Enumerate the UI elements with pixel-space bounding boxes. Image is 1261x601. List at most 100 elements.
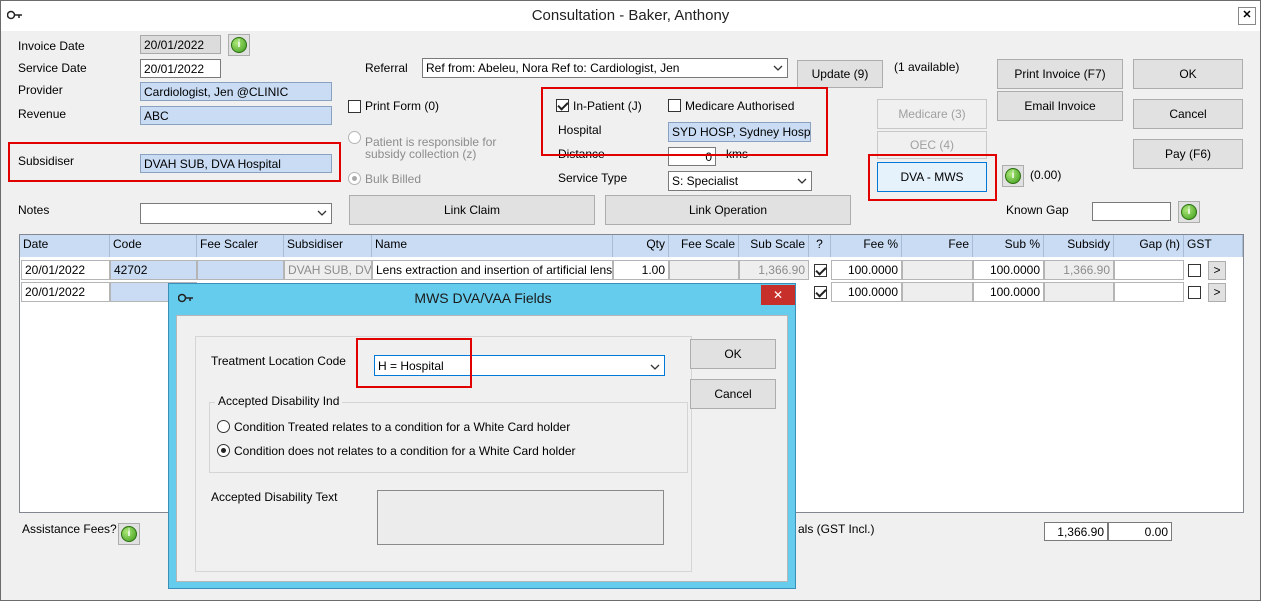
- cell-sub-pct[interactable]: 100.0000: [973, 260, 1044, 280]
- cell-gap[interactable]: [1114, 260, 1184, 280]
- kms-label: kms: [726, 147, 748, 161]
- info-icon: i: [1181, 204, 1197, 220]
- accepted-disability-text-area[interactable]: [377, 490, 664, 545]
- dva-mws-button[interactable]: DVA - MWS: [877, 162, 987, 192]
- cell-name[interactable]: Lens extraction and insertion of artific…: [372, 260, 613, 280]
- condition-not-treated-radio[interactable]: [217, 444, 230, 457]
- cell-subsidy: [1044, 282, 1114, 302]
- patient-responsible-label: Patient is responsible for subsidy colle…: [365, 135, 497, 161]
- inpatient-checkbox[interactable]: [556, 99, 569, 112]
- col-header-code[interactable]: Code: [110, 235, 197, 257]
- row-checkbox[interactable]: [814, 286, 827, 299]
- link-operation-button[interactable]: Link Operation: [605, 195, 851, 225]
- col-header-name[interactable]: Name: [372, 235, 613, 257]
- col-header-gap[interactable]: Gap (h): [1114, 235, 1184, 257]
- gst-checkbox[interactable]: [1188, 286, 1201, 299]
- print-form-label: Print Form (0): [365, 99, 440, 113]
- mws-dva-dialog: MWS DVA/VAA Fields ✕ Treatment Location …: [168, 283, 796, 589]
- dialog-title: MWS DVA/VAA Fields: [414, 290, 552, 306]
- condition-treated-label: Condition Treated relates to a condition…: [234, 420, 571, 434]
- ok-button[interactable]: OK: [1133, 59, 1243, 89]
- assistance-fees-label: Assistance Fees?: [22, 522, 117, 536]
- cell-sub-scale: 1,366.90: [739, 260, 809, 280]
- dva-amount: (0.00): [1030, 168, 1062, 182]
- medicare-button[interactable]: Medicare (3): [877, 99, 987, 129]
- service-date-field[interactable]: 20/01/2022: [140, 59, 221, 78]
- row-expand-button[interactable]: >: [1208, 261, 1226, 280]
- email-invoice-button[interactable]: Email Invoice: [997, 91, 1123, 121]
- cell-fee-pct[interactable]: 100.0000: [831, 282, 902, 302]
- known-gap-field[interactable]: [1092, 202, 1171, 221]
- gst-checkbox[interactable]: [1188, 264, 1201, 277]
- notes-combo[interactable]: [140, 203, 332, 224]
- cell-fee: [902, 282, 973, 302]
- row-expand-button[interactable]: >: [1208, 283, 1226, 302]
- patient-responsible-radio[interactable]: [348, 131, 361, 144]
- accepted-disability-ind-label: Accepted Disability Ind: [215, 394, 343, 408]
- accepted-disability-group: [209, 402, 688, 473]
- info-icon: i: [231, 37, 247, 53]
- bulk-billed-radio[interactable]: [348, 172, 361, 185]
- cell-date[interactable]: 20/01/2022: [21, 282, 110, 302]
- col-header-gst[interactable]: GST: [1184, 235, 1243, 257]
- info-icon: i: [1005, 168, 1021, 184]
- cell-gap[interactable]: [1114, 282, 1184, 302]
- cell-qty[interactable]: 1.00: [613, 260, 669, 280]
- revenue-field[interactable]: ABC: [140, 106, 332, 125]
- subsidiser-label: Subsidiser: [18, 154, 75, 168]
- oec-button[interactable]: OEC (4): [877, 131, 987, 159]
- dialog-ok-button[interactable]: OK: [690, 339, 776, 369]
- col-header-sub-scale[interactable]: Sub Scale: [739, 235, 809, 257]
- cell-code[interactable]: 42702: [110, 260, 197, 280]
- medicare-authorised-label: Medicare Authorised: [685, 99, 795, 113]
- medicare-authorised-checkbox[interactable]: [668, 99, 681, 112]
- col-header-question[interactable]: ?: [809, 235, 831, 257]
- subsidiser-field[interactable]: DVAH SUB, DVA Hospital: [140, 154, 332, 173]
- col-header-subsidiser[interactable]: Subsidiser: [284, 235, 372, 257]
- row-checkbox[interactable]: [814, 264, 827, 277]
- update-button[interactable]: Update (9): [797, 60, 883, 88]
- cell-fee-pct[interactable]: 100.0000: [831, 260, 902, 280]
- provider-label: Provider: [18, 83, 63, 97]
- link-claim-button[interactable]: Link Claim: [349, 195, 595, 225]
- distance-field[interactable]: 0: [668, 147, 716, 166]
- condition-treated-radio[interactable]: [217, 420, 230, 433]
- referral-combo[interactable]: Ref from: Abeleu, Nora Ref to: Cardiolog…: [422, 58, 788, 78]
- distance-label: Distance: [558, 147, 605, 161]
- col-header-sub-pct[interactable]: Sub %: [973, 235, 1044, 257]
- col-header-fee-pct[interactable]: Fee %: [831, 235, 902, 257]
- col-header-fee-scaler[interactable]: Fee Scaler: [197, 235, 284, 257]
- dialog-close-button[interactable]: ✕: [761, 285, 795, 305]
- cancel-button[interactable]: Cancel: [1133, 99, 1243, 129]
- cell-fee-scaler[interactable]: [197, 260, 284, 280]
- col-header-fee-scale[interactable]: Fee Scale: [669, 235, 739, 257]
- window-close-button[interactable]: ✕: [1238, 7, 1256, 25]
- col-header-qty[interactable]: Qty: [613, 235, 669, 257]
- total-amount-field: 1,366.90: [1044, 522, 1108, 541]
- known-gap-info-button[interactable]: i: [1178, 201, 1200, 223]
- col-header-date[interactable]: Date: [20, 235, 110, 257]
- service-type-label: Service Type: [558, 171, 628, 185]
- hospital-field[interactable]: SYD HOSP, Sydney Hospital: [668, 122, 811, 142]
- col-header-fee[interactable]: Fee: [902, 235, 973, 257]
- provider-field[interactable]: Cardiologist, Jen @CLINIC: [140, 82, 332, 101]
- invoice-date-info-button[interactable]: i: [228, 34, 250, 56]
- totals-label: als (GST Incl.): [798, 522, 875, 536]
- pay-button[interactable]: Pay (F6): [1133, 139, 1243, 169]
- service-type-combo[interactable]: S: Specialist: [668, 171, 812, 191]
- revenue-label: Revenue: [18, 107, 67, 121]
- print-invoice-button[interactable]: Print Invoice (F7): [997, 59, 1123, 89]
- cell-subsidy: 1,366.90: [1044, 260, 1114, 280]
- cell-sub-pct[interactable]: 100.0000: [973, 282, 1044, 302]
- cell-date[interactable]: 20/01/2022: [21, 260, 110, 280]
- treatment-location-combo[interactable]: H = Hospital: [374, 355, 665, 376]
- dialog-cancel-button[interactable]: Cancel: [690, 379, 776, 409]
- notes-label: Notes: [18, 203, 50, 217]
- inpatient-label: In-Patient (J): [573, 99, 642, 113]
- window-title: Consultation - Baker, Anthony: [531, 7, 730, 24]
- total-gst-field: 0.00: [1108, 522, 1172, 541]
- col-header-subsidy[interactable]: Subsidy: [1044, 235, 1114, 257]
- print-form-checkbox[interactable]: [348, 100, 361, 113]
- dva-info-button[interactable]: i: [1002, 165, 1024, 187]
- assistance-fees-info-button[interactable]: i: [118, 523, 140, 545]
